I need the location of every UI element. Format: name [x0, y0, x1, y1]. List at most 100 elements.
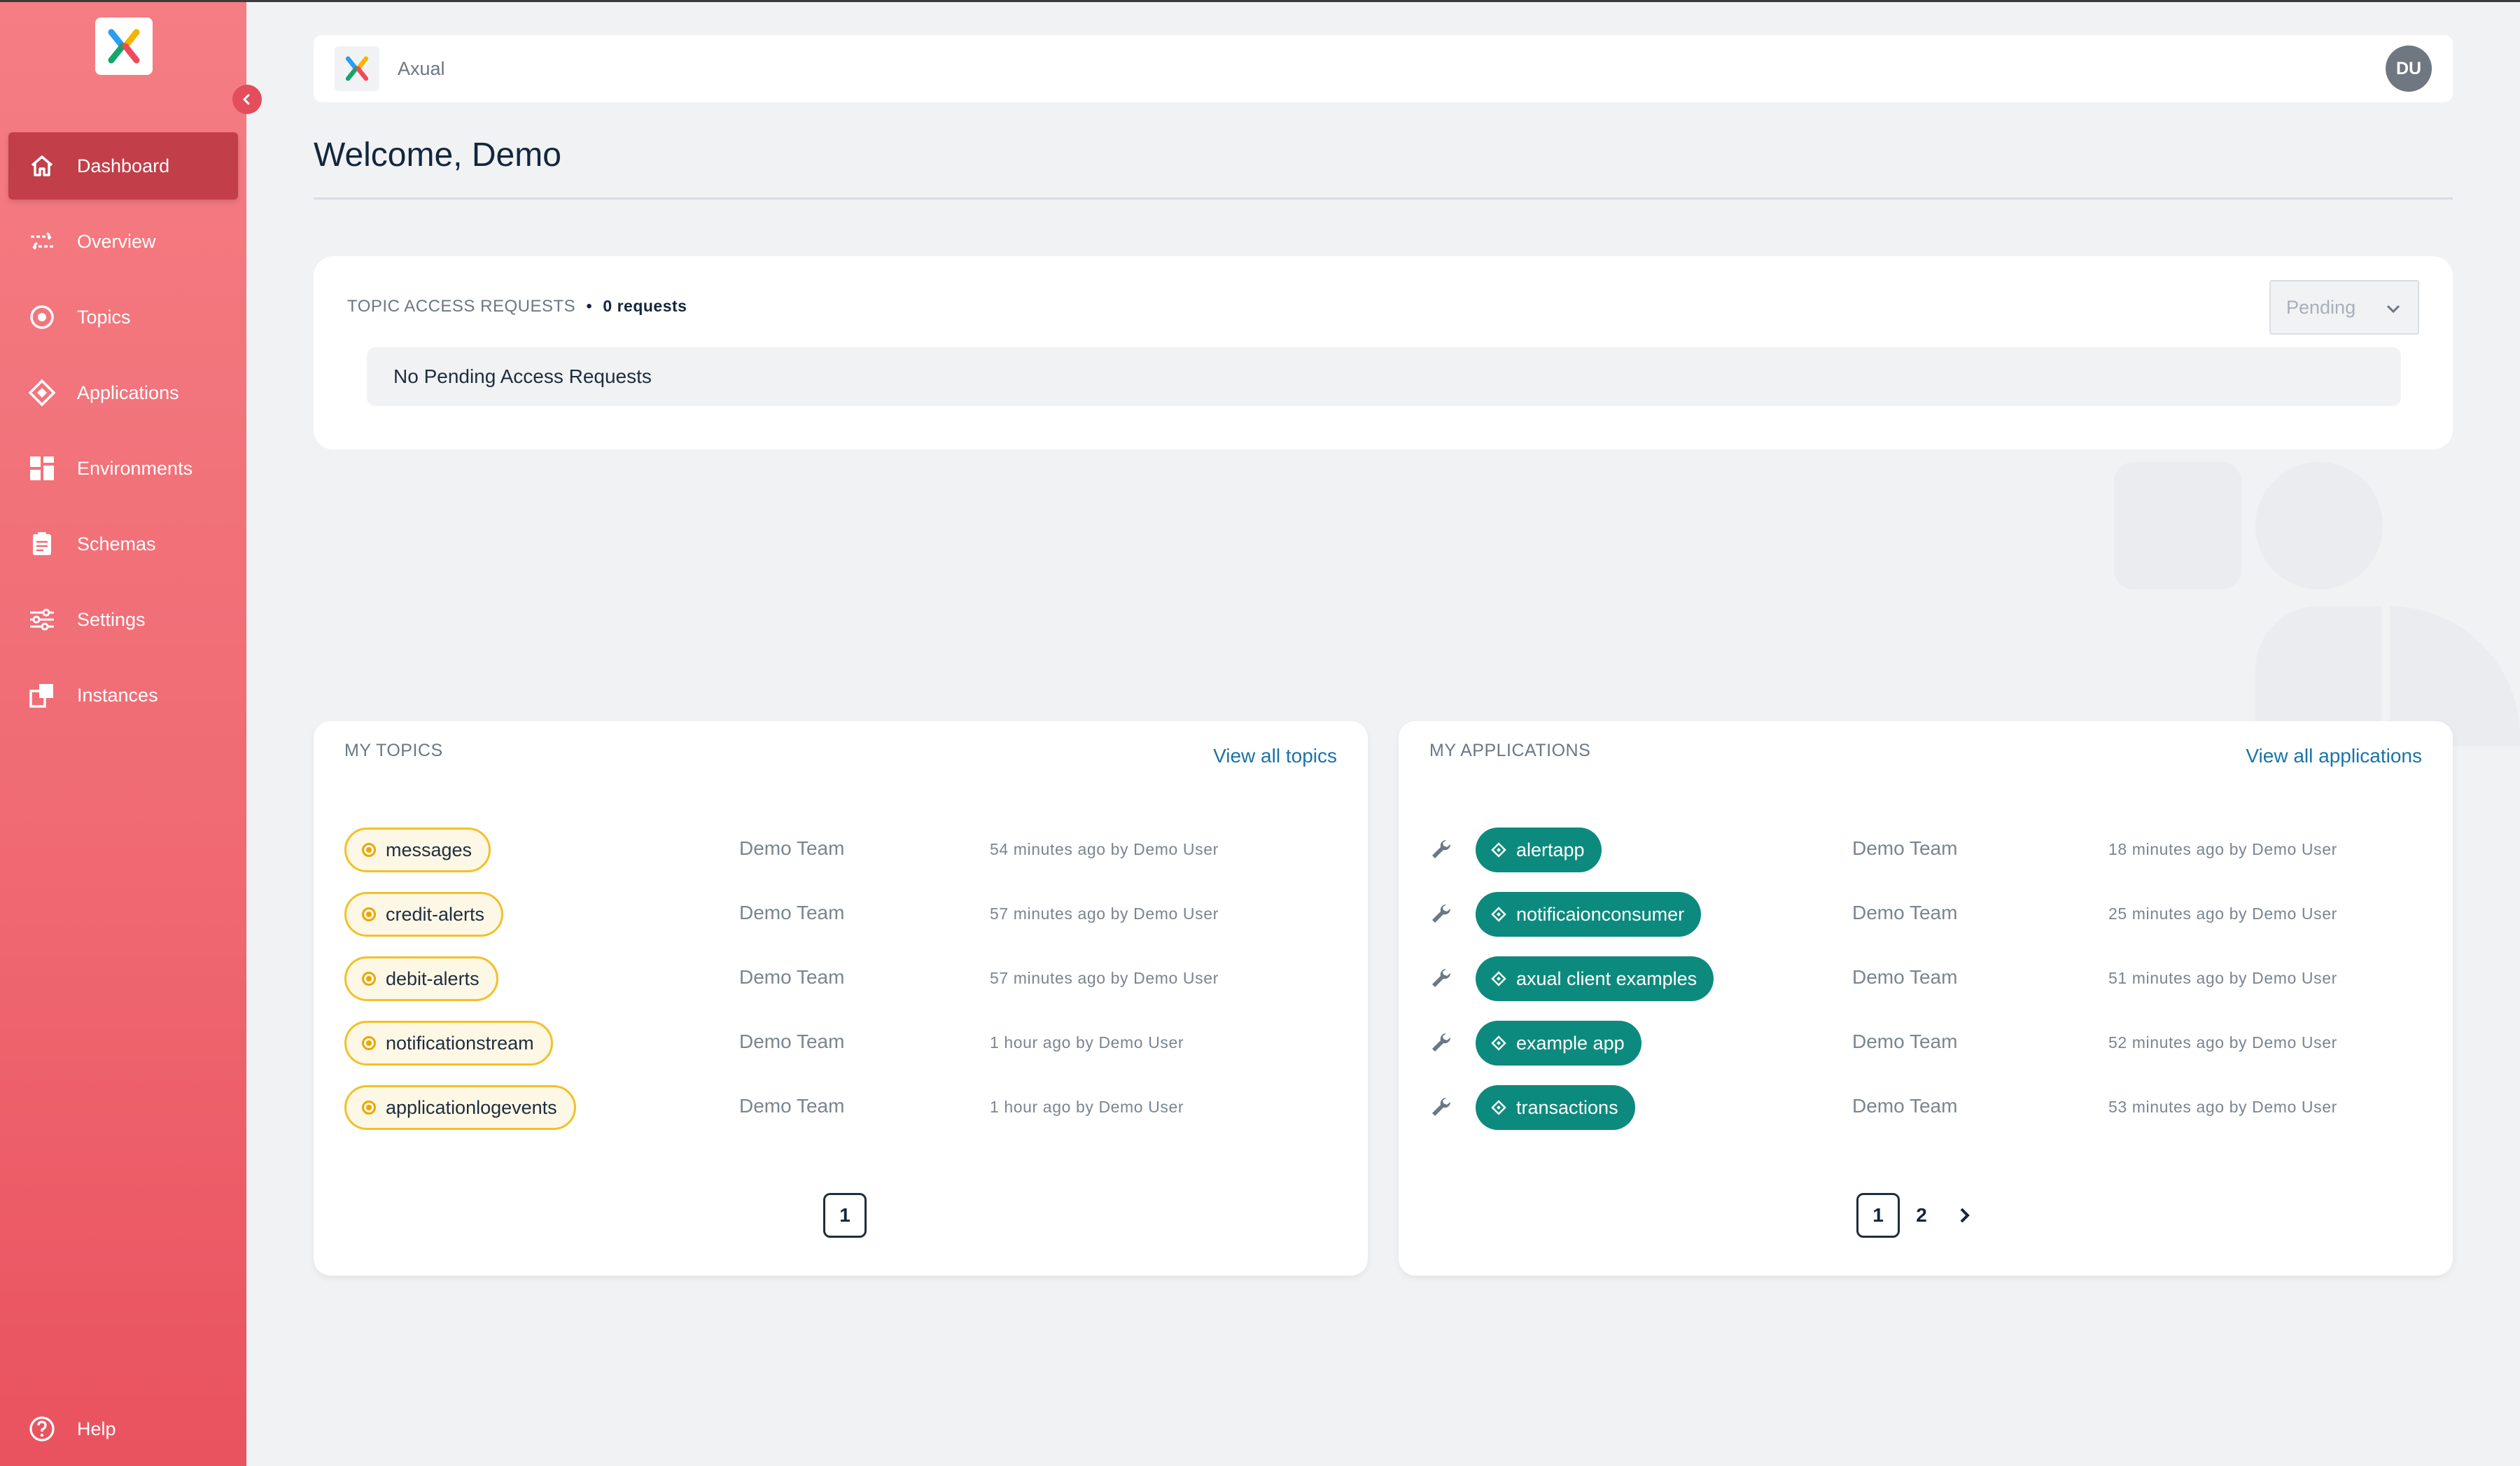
application-icon: [1491, 971, 1506, 986]
access-requests-title: TOPIC ACCESS REQUESTS: [347, 297, 576, 316]
help-icon: [27, 1413, 57, 1444]
topic-name: credit-alerts: [386, 903, 485, 925]
sidebar-item-label: Environments: [77, 457, 193, 479]
topic-chip[interactable]: messages: [344, 828, 491, 872]
sidebar-item-label: Schemas: [77, 533, 156, 554]
topic-row: credit-alerts Demo Team 57 minutes ago b…: [344, 892, 1338, 956]
application-team: Demo Team: [1852, 837, 1958, 859]
page-title: Welcome, Demo: [314, 137, 561, 174]
topic-team: Demo Team: [739, 966, 845, 988]
topic-team: Demo Team: [739, 902, 845, 923]
topic-icon: [362, 1101, 376, 1115]
application-icon: [1491, 1035, 1506, 1051]
application-team: Demo Team: [1852, 1031, 1958, 1052]
topic-row: messages Demo Team 54 minutes ago by Dem…: [344, 828, 1338, 892]
chevron-right-icon: [1960, 1208, 1970, 1223]
topic-chip[interactable]: credit-alerts: [344, 892, 504, 937]
application-chip[interactable]: alertapp: [1476, 828, 1602, 872]
axual-logo-icon: [108, 29, 140, 64]
application-row: notificaionconsumer Demo Team 25 minutes…: [1429, 892, 2423, 956]
user-avatar[interactable]: DU: [2386, 46, 2432, 92]
topic-chip[interactable]: notificationstream: [344, 1021, 553, 1066]
view-all-topics-link[interactable]: View all topics: [1213, 745, 1337, 767]
top-header: Axual DU: [314, 35, 2453, 102]
access-requests-header: TOPIC ACCESS REQUESTS • 0 requests: [347, 297, 687, 316]
topic-row: notificationstream Demo Team 1 hour ago …: [344, 1021, 1338, 1085]
application-row: transactions Demo Team 53 minutes ago by…: [1429, 1085, 2423, 1150]
header-brand: Axual: [398, 57, 445, 79]
topic-chip[interactable]: applicationlogevents: [344, 1085, 576, 1130]
wrench-icon[interactable]: [1429, 1095, 1453, 1119]
sidebar-item-settings[interactable]: Settings: [8, 586, 238, 653]
instances-icon: [27, 680, 57, 711]
topic-icon: [362, 843, 376, 857]
sidebar-item-label: Overview: [77, 230, 156, 252]
topic-updated: 54 minutes ago by Demo User: [990, 840, 1219, 858]
topic-updated: 1 hour ago by Demo User: [990, 1098, 1184, 1116]
wrench-icon[interactable]: [1429, 902, 1453, 926]
topic-chip[interactable]: debit-alerts: [344, 956, 498, 1001]
sidebar-item-topics[interactable]: Topics: [8, 284, 238, 351]
application-chip[interactable]: example app: [1476, 1021, 1642, 1066]
topics-pagination: 1: [823, 1193, 867, 1238]
application-name: notificaionconsumer: [1516, 903, 1685, 925]
sidebar-item-label: Instances: [77, 684, 158, 706]
sidebar-item-overview[interactable]: Overview: [8, 208, 238, 275]
application-chip[interactable]: axual client examples: [1476, 956, 1714, 1001]
wrench-icon[interactable]: [1429, 966, 1453, 990]
page-button[interactable]: 2: [1900, 1193, 1943, 1238]
application-icon: [1491, 842, 1506, 858]
sidebar-item-label: Topics: [77, 306, 131, 328]
my-applications-title: MY APPLICATIONS: [1429, 741, 1591, 760]
axual-logo[interactable]: [95, 18, 153, 75]
application-updated: 25 minutes ago by Demo User: [2108, 905, 2337, 923]
header-logo[interactable]: [335, 46, 379, 91]
collapse-sidebar-button[interactable]: [232, 85, 262, 114]
page-button-current[interactable]: 1: [1856, 1193, 1900, 1238]
application-icon: [1491, 907, 1506, 922]
flow-arrows-icon: [27, 226, 57, 257]
sidebar-item-label: Settings: [77, 608, 146, 630]
sidebar-item-environments[interactable]: Environments: [8, 435, 238, 502]
application-updated: 18 minutes ago by Demo User: [2108, 840, 2337, 858]
topic-row: applicationlogevents Demo Team 1 hour ag…: [344, 1085, 1338, 1150]
chevron-left-icon: [242, 94, 250, 105]
topic-name: messages: [386, 839, 472, 860]
help-link[interactable]: Help: [27, 1413, 116, 1444]
view-all-applications-link[interactable]: View all applications: [2246, 745, 2422, 767]
application-row: example app Demo Team 52 minutes ago by …: [1429, 1021, 2423, 1085]
next-page-button[interactable]: [1943, 1193, 1987, 1238]
title-separator: •: [586, 297, 593, 316]
topic-access-requests-card: TOPIC ACCESS REQUESTS • 0 requests Pendi…: [314, 256, 2453, 449]
sidebar-nav: Dashboard Overview Topics Applications E…: [8, 132, 238, 737]
page-button-current[interactable]: 1: [823, 1193, 867, 1238]
sidebar-item-dashboard[interactable]: Dashboard: [8, 132, 238, 200]
home-icon: [27, 151, 57, 181]
applications-list: alertapp Demo Team 18 minutes ago by Dem…: [1429, 828, 2423, 1150]
applications-pagination: 1 2: [1856, 1193, 1987, 1238]
my-topics-card: MY TOPICS View all topics messages Demo …: [314, 721, 1368, 1276]
wrench-icon[interactable]: [1429, 837, 1453, 861]
application-row: alertapp Demo Team 18 minutes ago by Dem…: [1429, 828, 2423, 892]
topic-row: debit-alerts Demo Team 57 minutes ago by…: [344, 956, 1338, 1021]
background-decoration: [2114, 462, 2241, 589]
sidebar-item-instances[interactable]: Instances: [8, 662, 238, 729]
application-name: axual client examples: [1516, 968, 1698, 989]
status-filter-value: Pending: [2286, 296, 2356, 318]
sidebar-item-label: Applications: [77, 382, 179, 403]
status-filter-select[interactable]: Pending: [2269, 280, 2419, 335]
wrench-icon[interactable]: [1429, 1031, 1453, 1054]
application-team: Demo Team: [1852, 966, 1958, 988]
diamond-icon: [27, 377, 57, 408]
application-chip[interactable]: transactions: [1476, 1085, 1635, 1130]
sidebar-item-applications[interactable]: Applications: [8, 359, 238, 426]
help-label: Help: [77, 1418, 116, 1439]
topic-updated: 1 hour ago by Demo User: [990, 1033, 1184, 1052]
background-decoration: [2255, 462, 2383, 589]
my-topics-title: MY TOPICS: [344, 741, 443, 760]
application-chip[interactable]: notificaionconsumer: [1476, 892, 1702, 937]
application-name: example app: [1516, 1032, 1625, 1054]
sidebar-item-label: Dashboard: [77, 155, 170, 176]
sidebar-item-schemas[interactable]: Schemas: [8, 510, 238, 578]
clipboard-icon: [27, 529, 57, 559]
